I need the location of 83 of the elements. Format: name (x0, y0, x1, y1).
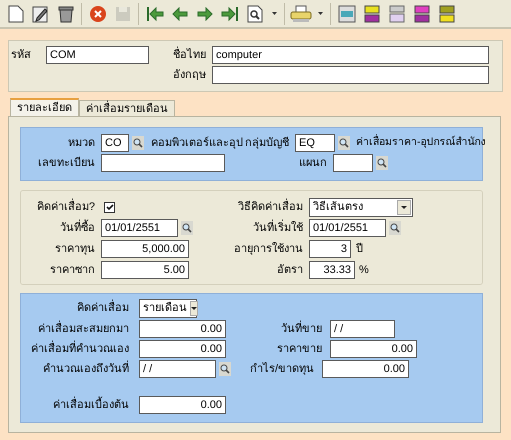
search-button[interactable] (389, 221, 401, 235)
unit-label: ปี (356, 242, 363, 257)
account-group-description: ค่าเสื่อมราคา-อุปกรณ์สำนักง (356, 135, 486, 150)
text-field[interactable]: 0.00 (139, 320, 226, 338)
close-icon (88, 4, 106, 22)
tab[interactable]: ค่าเสื่อมรายเดือน (79, 100, 175, 116)
field-label: ค่าเสื่อมที่คำนวณเอง (30, 340, 130, 357)
text-field[interactable]: CO (101, 134, 129, 152)
field-label: วันที่ขาย (280, 320, 323, 337)
search-icon (182, 223, 192, 233)
text-field[interactable]: 0.00 (322, 360, 409, 378)
search-icon (246, 4, 262, 22)
report-icon (388, 4, 404, 22)
left-arrow-icon (172, 6, 188, 20)
printer-icon (290, 4, 312, 22)
report-icon (338, 4, 356, 22)
checkbox[interactable] (104, 202, 115, 212)
field-label: ค่าเสื่อมสะสมยกมา (37, 320, 130, 337)
text-field[interactable] (101, 154, 225, 172)
search-button[interactable] (376, 156, 388, 170)
search-button[interactable] (181, 221, 193, 235)
field-label: ราคาทุน (54, 242, 96, 257)
field-label: คำนวณเองถึงวันที่ (42, 360, 130, 377)
search-button[interactable] (219, 362, 231, 376)
text-field[interactable]: 0.00 (139, 396, 226, 414)
field-label: แผนก (298, 156, 328, 171)
text-field[interactable]: COM (46, 46, 149, 64)
field-label: เลขทะเบียน (37, 156, 96, 171)
field-label: อายุการใช้งาน (233, 241, 304, 257)
text-field[interactable] (212, 66, 489, 84)
text-field[interactable]: 01/01/2551 (101, 219, 178, 237)
field-label: วันที่ซื้อ (59, 220, 96, 236)
field-label: ค่าเสื่อมเบื้องต้น (52, 396, 130, 413)
field-label: คิดค่าเสื่อม (21, 300, 139, 317)
text-field[interactable] (333, 154, 373, 172)
text-field[interactable]: EQ (295, 134, 335, 152)
text-field[interactable]: 5,000.00 (101, 240, 189, 258)
text-field[interactable]: 0.00 (139, 340, 226, 358)
save-icon (114, 6, 130, 22)
trash-icon (58, 4, 74, 22)
report-icon (414, 4, 430, 22)
caret-icon (318, 12, 322, 15)
text-field[interactable]: 3 (309, 240, 351, 258)
check-icon (106, 204, 114, 210)
dropdown-field[interactable]: รายเดือน (139, 299, 197, 318)
field-label: อังกฤษ (172, 68, 207, 83)
field-label: ราคาขาย (276, 342, 323, 357)
text-field[interactable]: computer (212, 46, 489, 64)
dropdown-field[interactable]: วิธีเส้นตรง (309, 198, 413, 216)
search-icon (220, 364, 230, 374)
tab[interactable]: รายละเอียด (10, 98, 79, 116)
text-field[interactable]: / / (139, 360, 216, 378)
report-icon (438, 4, 454, 22)
text-field[interactable]: 0.00 (330, 340, 417, 358)
unit-label: % (359, 262, 369, 278)
first-icon (146, 6, 164, 22)
search-icon (377, 158, 387, 168)
edit-icon (32, 4, 50, 22)
caret-icon (401, 206, 407, 208)
text-field[interactable]: 5.00 (101, 261, 189, 279)
text-field[interactable]: 01/01/2551 (309, 219, 386, 237)
field-label: ราคาซาก (49, 262, 96, 278)
right-arrow-icon (196, 6, 212, 20)
field-label: วิธีคิดค่าเสื่อม (237, 198, 304, 215)
last-icon (220, 6, 238, 22)
field-label: กำไร/ขาดทุน (248, 361, 315, 377)
search-button[interactable] (338, 136, 350, 150)
caret-icon (191, 307, 197, 310)
report-icon (364, 4, 380, 22)
field-label: หมวด (67, 136, 96, 151)
field-label: อัตรา (276, 262, 304, 278)
search-icon (339, 138, 349, 148)
search-icon (133, 138, 143, 148)
field-label: วันที่เริ่มใช้ (252, 220, 304, 236)
search-icon (390, 223, 400, 233)
field-label: ชื่อไทย (172, 46, 207, 63)
text-field[interactable]: 33.33 (309, 261, 355, 279)
text-field[interactable]: / / (330, 320, 395, 338)
caret-icon (272, 12, 276, 15)
document-icon (8, 4, 24, 22)
search-button[interactable] (132, 136, 144, 150)
field-label: คิดค่าเสื่อม? (36, 198, 96, 215)
field-label: รหัส (11, 48, 32, 63)
